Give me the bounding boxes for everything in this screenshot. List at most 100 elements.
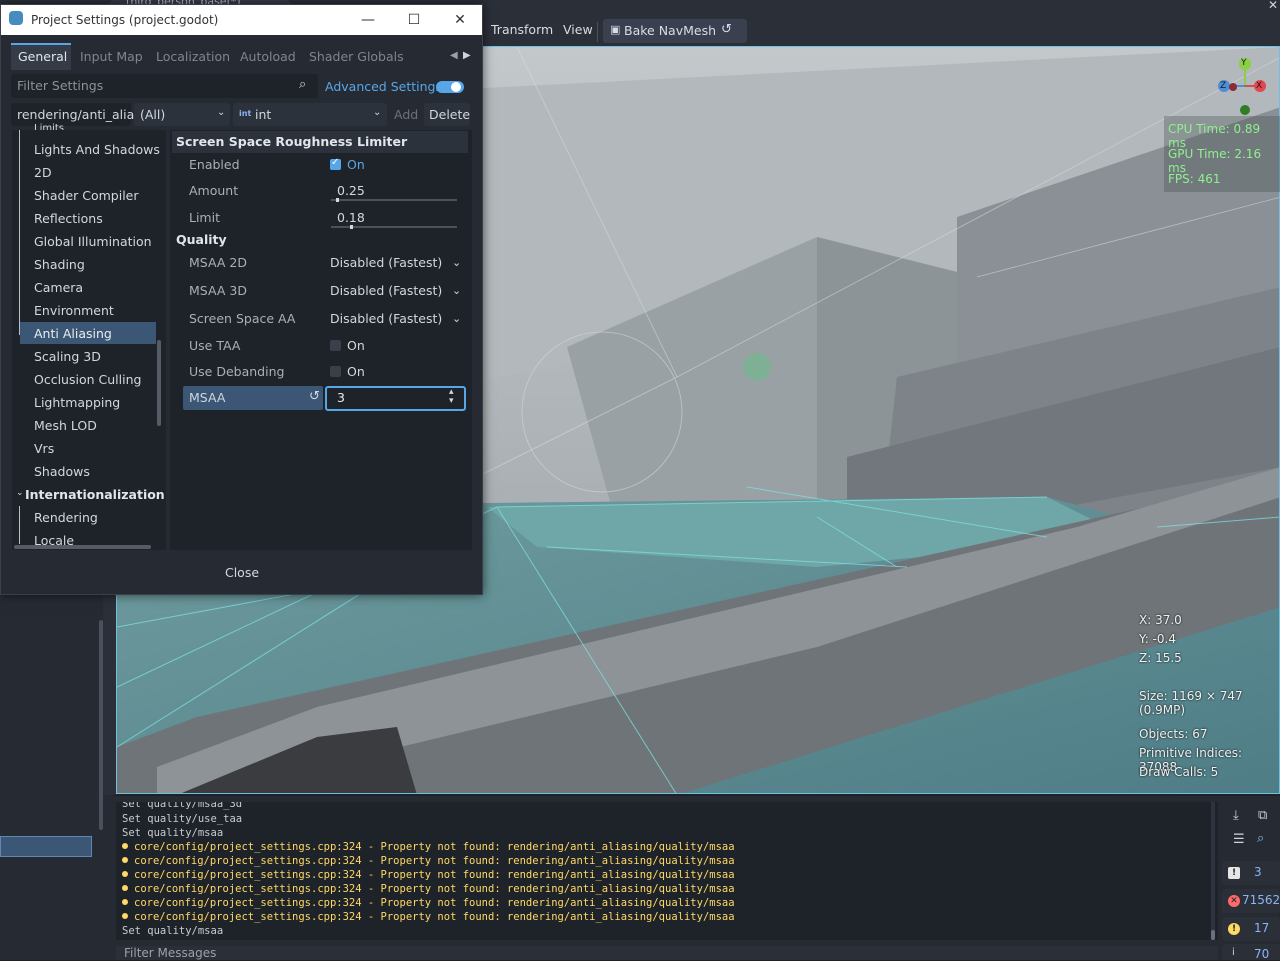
chevron-down-icon[interactable]: ⌄ bbox=[16, 488, 24, 498]
amount-slider[interactable] bbox=[331, 198, 457, 202]
tree-hscrollbar[interactable] bbox=[14, 545, 151, 549]
filter-settings-placeholder: Filter Settings bbox=[17, 78, 104, 93]
dock-scrollbar[interactable] bbox=[99, 620, 103, 830]
warning-filter-button[interactable]: ! 17 bbox=[1222, 917, 1280, 941]
add-button[interactable]: Add bbox=[394, 107, 418, 122]
axis-gizmo[interactable] bbox=[1218, 58, 1278, 118]
close-button[interactable]: Close bbox=[221, 562, 263, 584]
tab-input-map[interactable]: Input Map bbox=[80, 49, 143, 64]
msaa-input[interactable]: 3 ▴ ▾ bbox=[325, 386, 466, 411]
tree-item-reflections[interactable]: Reflections bbox=[34, 211, 103, 226]
log-line: Set quality/msaa_3d bbox=[122, 802, 243, 810]
type-value: int bbox=[255, 107, 272, 122]
tree-item-shadows[interactable]: Shadows bbox=[34, 464, 90, 479]
enabled-checkbox[interactable]: ✓ bbox=[330, 157, 341, 170]
tree-item-mesh-lod[interactable]: Mesh LOD bbox=[34, 418, 97, 433]
tree-item-2d[interactable]: 2D bbox=[34, 165, 52, 180]
revert-icon[interactable]: ↺ bbox=[309, 389, 320, 404]
amount-slider-grab[interactable] bbox=[336, 198, 339, 202]
prop-ssaa-value[interactable]: Disabled (Fastest) bbox=[330, 311, 442, 326]
tree-guide-line bbox=[19, 130, 20, 335]
tree-item-internationalization[interactable]: Internationalization bbox=[25, 487, 165, 502]
dock-selected-item[interactable] bbox=[0, 836, 92, 857]
chevron-down-icon[interactable]: ⌄ bbox=[452, 256, 461, 269]
prop-debanding-label: Use Debanding bbox=[189, 364, 285, 379]
filter-settings-input[interactable]: Filter Settings ⌕ bbox=[11, 74, 318, 98]
tree-item-shader-compiler[interactable]: Shader Compiler bbox=[34, 188, 139, 203]
output-log[interactable]: Set quality/msaa_3d Set quality/use_taa … bbox=[116, 802, 1218, 940]
gizmo-y-label: Y bbox=[1241, 58, 1247, 68]
prop-msaa2d-value[interactable]: Disabled (Fastest) bbox=[330, 255, 442, 270]
tree-item-shading[interactable]: Shading bbox=[34, 257, 85, 272]
tree-item-global-illumination[interactable]: Global Illumination bbox=[34, 234, 152, 249]
warning-dot-icon bbox=[122, 913, 128, 919]
collapse-icon[interactable]: ☰ bbox=[1233, 832, 1245, 847]
search-icon: ⌕ bbox=[299, 77, 307, 92]
section-header-quality[interactable]: Quality bbox=[172, 229, 468, 251]
prop-limit-value[interactable]: 0.18 bbox=[337, 210, 365, 225]
tab-general[interactable]: General bbox=[18, 49, 67, 64]
tree-item-limits[interactable]: Limits bbox=[34, 123, 64, 130]
tree-scrollbar[interactable] bbox=[157, 340, 161, 426]
prop-taa-value: On bbox=[347, 338, 365, 353]
tree-item-environment[interactable]: Environment bbox=[34, 303, 114, 318]
error-filter-button[interactable]: ✕ 71562 bbox=[1222, 889, 1280, 913]
filter-messages-input[interactable]: Filter Messages bbox=[116, 946, 1218, 960]
tree-item-vrs[interactable]: Vrs bbox=[34, 441, 54, 456]
tab-localization[interactable]: Localization bbox=[156, 49, 230, 64]
warning-dot-icon bbox=[122, 857, 128, 863]
tab-shader-globals[interactable]: Shader Globals bbox=[309, 49, 404, 64]
warning-icon: ! bbox=[1228, 923, 1240, 935]
chevron-down-icon: ⌄ bbox=[373, 107, 382, 118]
copy-icon[interactable]: ⧉ bbox=[1258, 808, 1267, 823]
error-count: 71562 bbox=[1242, 893, 1280, 907]
prop-msaa-label: MSAA bbox=[189, 390, 226, 405]
prop-amount-value[interactable]: 0.25 bbox=[337, 183, 365, 198]
delete-button[interactable]: Delete bbox=[424, 103, 470, 126]
transform-menu[interactable]: Transform bbox=[491, 22, 553, 37]
tree-item-lights-and-shadows[interactable]: Lights And Shadows bbox=[34, 142, 160, 157]
spin-down-icon[interactable]: ▾ bbox=[449, 397, 454, 406]
toggle-knob bbox=[451, 82, 461, 92]
viewport-left-strip bbox=[103, 595, 117, 795]
chevron-down-icon[interactable]: ⌄ bbox=[452, 312, 461, 325]
info-filter-button[interactable]: i 70 bbox=[1222, 944, 1280, 961]
limit-slider[interactable] bbox=[331, 225, 457, 229]
section-header-ssrl[interactable]: Screen Space Roughness Limiter bbox=[172, 131, 468, 153]
bake-navmesh-button[interactable]: ▣ Bake NavMesh ↺ bbox=[603, 19, 747, 43]
chevron-down-icon[interactable]: ⌄ bbox=[452, 284, 461, 297]
setting-path-input[interactable]: rendering/anti_alia bbox=[11, 103, 134, 126]
tree-item-camera[interactable]: Camera bbox=[34, 280, 83, 295]
viewport-size: Size: 1169 × 747 (0.9MP) bbox=[1139, 689, 1243, 717]
view-menu[interactable]: View bbox=[563, 22, 593, 37]
taa-checkbox[interactable] bbox=[330, 340, 341, 351]
prop-msaa3d-value[interactable]: Disabled (Fastest) bbox=[330, 283, 442, 298]
tab-scroll-right-icon[interactable]: ▶ bbox=[463, 50, 471, 61]
fps-counter: FPS: 461 bbox=[1168, 172, 1221, 186]
message-filter-button[interactable]: ! 3 bbox=[1222, 861, 1280, 885]
minimize-icon[interactable]: — bbox=[358, 10, 378, 30]
maximize-icon[interactable]: ☐ bbox=[404, 10, 424, 30]
tree-item-rendering[interactable]: Rendering bbox=[34, 510, 98, 525]
type-filter-dropdown[interactable]: (All) ⌄ bbox=[134, 103, 230, 126]
tree-item-occlusion-culling[interactable]: Occlusion Culling bbox=[34, 372, 141, 387]
refresh-icon[interactable]: ↺ bbox=[721, 22, 732, 37]
warning-dot-icon bbox=[122, 899, 128, 905]
tree-item-scaling-3d[interactable]: Scaling 3D bbox=[34, 349, 101, 364]
close-window-icon[interactable]: ✕ bbox=[450, 10, 470, 30]
godot-logo-icon bbox=[9, 11, 23, 25]
tab-scroll-left-icon[interactable]: ◀ bbox=[450, 50, 458, 61]
tab-autoload[interactable]: Autoload bbox=[240, 49, 296, 64]
prop-enabled-value: On bbox=[347, 157, 365, 172]
dialog-titlebar[interactable]: Project Settings (project.godot) — ☐ ✕ bbox=[1, 5, 482, 35]
log-scrollbar[interactable] bbox=[1211, 802, 1215, 940]
debanding-checkbox[interactable] bbox=[330, 366, 341, 377]
search-icon[interactable]: ⌕ bbox=[1257, 831, 1264, 846]
warning-dot-icon bbox=[122, 871, 128, 877]
close-scene-icon[interactable]: ✕ bbox=[1268, 0, 1278, 11]
scroll-lock-icon[interactable]: ⤓ bbox=[1233, 808, 1239, 823]
tree-item-lightmapping[interactable]: Lightmapping bbox=[34, 395, 120, 410]
tree-item-anti-aliasing[interactable]: Anti Aliasing bbox=[34, 326, 112, 341]
msaa-value: 3 bbox=[337, 390, 345, 405]
type-dropdown[interactable]: int int ⌄ bbox=[233, 103, 387, 126]
